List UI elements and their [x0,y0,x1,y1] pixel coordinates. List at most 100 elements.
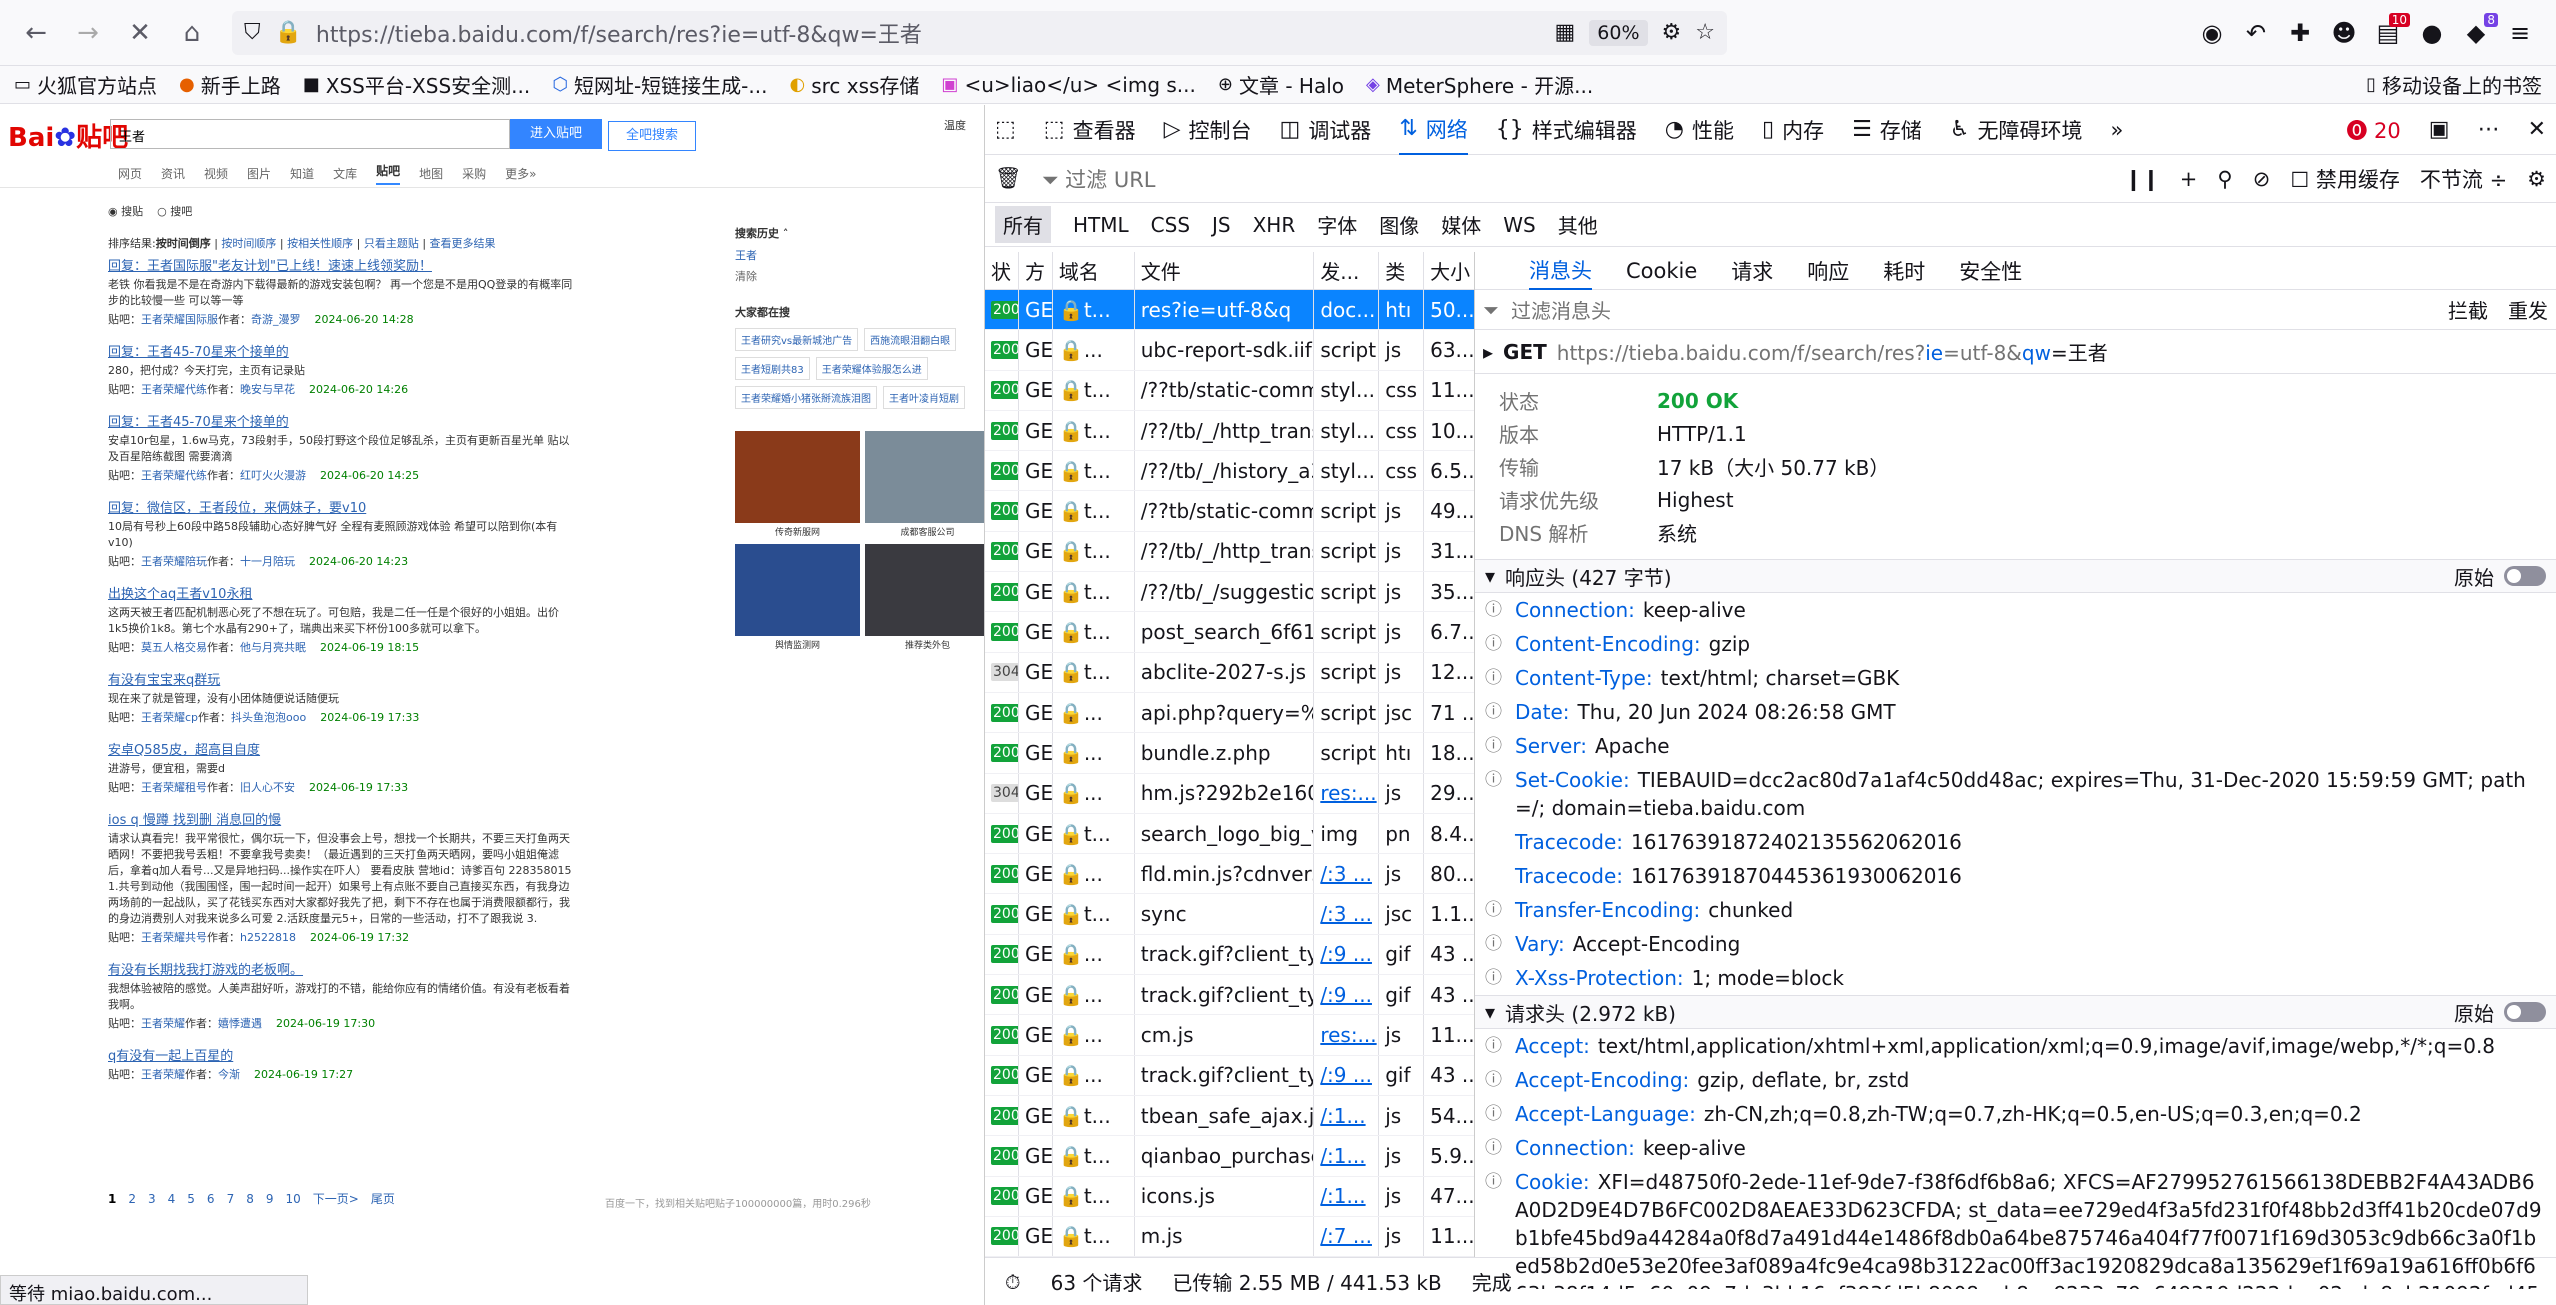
throttle-select[interactable]: 不节流 ÷ [2420,164,2507,194]
response-headers-section[interactable]: ▾ 响应头 (427 字节) 原始 [1475,559,2556,593]
help-icon[interactable]: ⓘ [1485,596,1515,624]
detail-tab[interactable]: 请求 [1731,256,1773,286]
hot-tag[interactable]: 王者荣耀体验服怎么进 [815,357,928,380]
ad-image[interactable]: 成都客服公司 [865,431,984,538]
devtools-tab[interactable]: ⬚ 查看器 [1044,115,1136,145]
result-title[interactable]: 有没有长期找我打游戏的老板啊。 [108,959,578,978]
result-author[interactable]: 嬉悸遭遇 [218,1017,262,1030]
result-bar[interactable]: 王者荣耀cp [141,711,198,724]
devtools-tab[interactable]: ◫ 调试器 [1280,115,1372,145]
stop-icon[interactable]: ✕ [118,11,162,55]
trash-icon[interactable]: 🗑 [995,166,1022,191]
page-link[interactable]: 7 [227,1192,235,1206]
extension-icon[interactable]: ☻ [2322,11,2366,55]
result-bar[interactable]: 王者荣耀 [141,1068,185,1081]
request-row[interactable]: 200GE🔒 t...qianbao_purchase_t/:1...js5.9… [985,1136,1474,1177]
request-row[interactable]: 200 GE 🔒 t.../??tb/static-commo script js 49.… [985,491,1474,532]
detail-tab[interactable]: 消息头 [1529,252,1592,290]
url-bar[interactable]: ⛉ 🔒 https://tieba.baidu.com/f/search/res… [232,10,1727,55]
page-link[interactable]: 8 [246,1192,254,1206]
toggle-switch[interactable] [2504,1002,2546,1022]
type-filter[interactable]: 媒体 [1441,210,1481,239]
request-row[interactable]: 200GE🔒 t...sync/:3 ...jsc1.1... [985,894,1474,935]
block-button[interactable]: 拦截 [2448,295,2488,324]
help-icon[interactable]: ⓘ [1485,930,1515,958]
user-link[interactable]: 温度 [944,117,966,133]
search-tab[interactable]: 视频 [204,165,228,182]
devtools-tab[interactable]: ▯ 内存 [1762,115,1824,145]
pick-element-icon[interactable]: ⬚ [995,117,1016,142]
header-value[interactable]: 16176391872402135562062016 [1631,830,1962,854]
result-title[interactable]: 回复：王者45-70星来个接单的 [108,411,578,430]
help-icon[interactable]: ⓘ [1485,1066,1515,1094]
type-filter[interactable]: 所有 [995,206,1051,243]
bookmark-3[interactable]: ⬡ 短网址-短链接生成-... [552,70,767,99]
settings-icon[interactable]: ⚙ [1662,20,1682,45]
detail-tab[interactable]: 耗时 [1883,256,1925,286]
column-header[interactable]: 类 [1379,252,1425,289]
sort-option[interactable]: 查看更多结果 [430,237,496,250]
help-icon[interactable]: ⓘ [1485,896,1515,924]
type-filter[interactable]: 字体 [1317,210,1357,239]
request-row[interactable]: 200 GE 🔒 t.../??/tb/_/suggestion script js 35… [985,572,1474,613]
bookmark-5[interactable]: ▣ <u>liao</u> <img s... [941,73,1195,97]
bookmark-1[interactable]: ● 新手上路 [179,70,281,99]
result-author[interactable]: 旧人心不安 [240,781,295,794]
result-title[interactable]: 出换这个aq王者v10永租 [108,583,578,602]
sort-option[interactable]: 按时间顺序 [221,237,276,250]
result-author[interactable]: 晚安与早花 [240,383,295,396]
devtools-tab[interactable]: ◔ 性能 [1665,115,1734,145]
request-row[interactable]: 200 GE 🔒 ... bundle.z.php script htı 18... [985,733,1474,774]
type-filter[interactable]: JS [1212,213,1231,237]
mobile-bookmarks[interactable]: ▯ 移动设备上的书签 [2366,70,2542,99]
ad-image[interactable]: 推荐类外包 [865,544,984,651]
enter-bar-button[interactable]: 进入贴吧 [510,119,602,149]
result-bar[interactable]: 王者荣耀代练 [141,469,207,482]
hot-tag[interactable]: 王者短剧共83 [735,357,810,380]
page-link[interactable]: 4 [168,1192,176,1206]
toggle-switch[interactable] [2504,566,2546,586]
detail-tab[interactable]: 响应 [1807,256,1849,286]
type-filter[interactable]: CSS [1151,213,1190,237]
request-row[interactable]: 304GE🔒 ...hm.js?292b2e1608bres:...js29..… [985,773,1474,814]
result-title[interactable]: 安卓Q585皮，超高目自度 [108,739,578,758]
devtools-tab[interactable]: ♿ 无障碍环境 [1950,115,2083,145]
type-filter[interactable]: 图像 [1379,210,1419,239]
request-row[interactable]: 200GE🔒 t.../??/tb/_/history_a38styl...cs… [985,451,1474,492]
account-icon[interactable]: ◉ [2190,11,2234,55]
devtools-tab[interactable]: ☰ 存储 [1852,115,1922,145]
page-link[interactable]: 尾页 [371,1190,395,1207]
expand-icon[interactable]: ▸ [1483,340,1493,364]
dock-icon[interactable]: ▣ [2429,117,2450,142]
ad-image[interactable]: 传奇新服网 [735,431,860,538]
request-row[interactable]: 200 GE 🔒 t... tbean_safe_ajax.js/:1... js 54.… [985,1095,1474,1137]
request-headers-section[interactable]: ▾ 请求头 (2.972 kB) 原始 [1475,995,2556,1029]
header-value[interactable]: gzip, deflate, br, zstd [1697,1068,1909,1092]
search-tab[interactable]: 更多» [505,165,536,182]
help-icon[interactable]: ⓘ [1485,698,1515,726]
bookmark-7[interactable]: ◈ MeterSphere - 开源... [1366,70,1593,99]
devtools-tab[interactable]: ⇅ 网络 [1399,105,1468,155]
header-value[interactable]: zh-CN,zh;q=0.8,zh-TW;q=0.7,zh-HK;q=0.5,e… [1704,1102,2362,1126]
result-author[interactable]: 抖头鱼泡泡ooo [231,711,306,724]
puzzle-icon[interactable]: ✚ [2278,11,2322,55]
disable-cache-checkbox[interactable]: ☐ 禁用缓存 [2290,164,2400,194]
result-bar[interactable]: 王者荣耀陪玩 [141,555,207,568]
result-author[interactable]: 他与月亮共眠 [240,641,306,654]
result-title[interactable]: ios q 慢蹲 找到删 消息回的慢 [108,809,578,828]
page-link[interactable]: 5 [187,1192,195,1206]
hot-tag[interactable]: 王者叶凌肖短剧 [883,386,965,409]
history-item[interactable]: 王者 [735,247,984,263]
help-icon[interactable]: ⓘ [1485,1134,1515,1162]
search-tab[interactable]: 地图 [419,165,443,182]
help-icon[interactable]: ⓘ [1485,664,1515,692]
caret-up-icon[interactable]: ˄ [783,227,789,240]
result-bar[interactable]: 王者荣耀 [141,1017,185,1030]
search-input[interactable]: 王者 [110,119,510,149]
request-row[interactable]: 304 GE 🔒 t... abclite-2027-s.js script js 12..… [985,652,1474,693]
column-header[interactable]: 方 [1019,252,1053,289]
help-icon[interactable]: ⓘ [1485,1032,1515,1060]
page-link[interactable]: 10 [285,1192,300,1206]
request-row[interactable]: 200GE🔒 ...track.gif?client_type/:9 ...gi… [985,1055,1474,1096]
help-icon[interactable]: ⓘ [1485,766,1515,822]
